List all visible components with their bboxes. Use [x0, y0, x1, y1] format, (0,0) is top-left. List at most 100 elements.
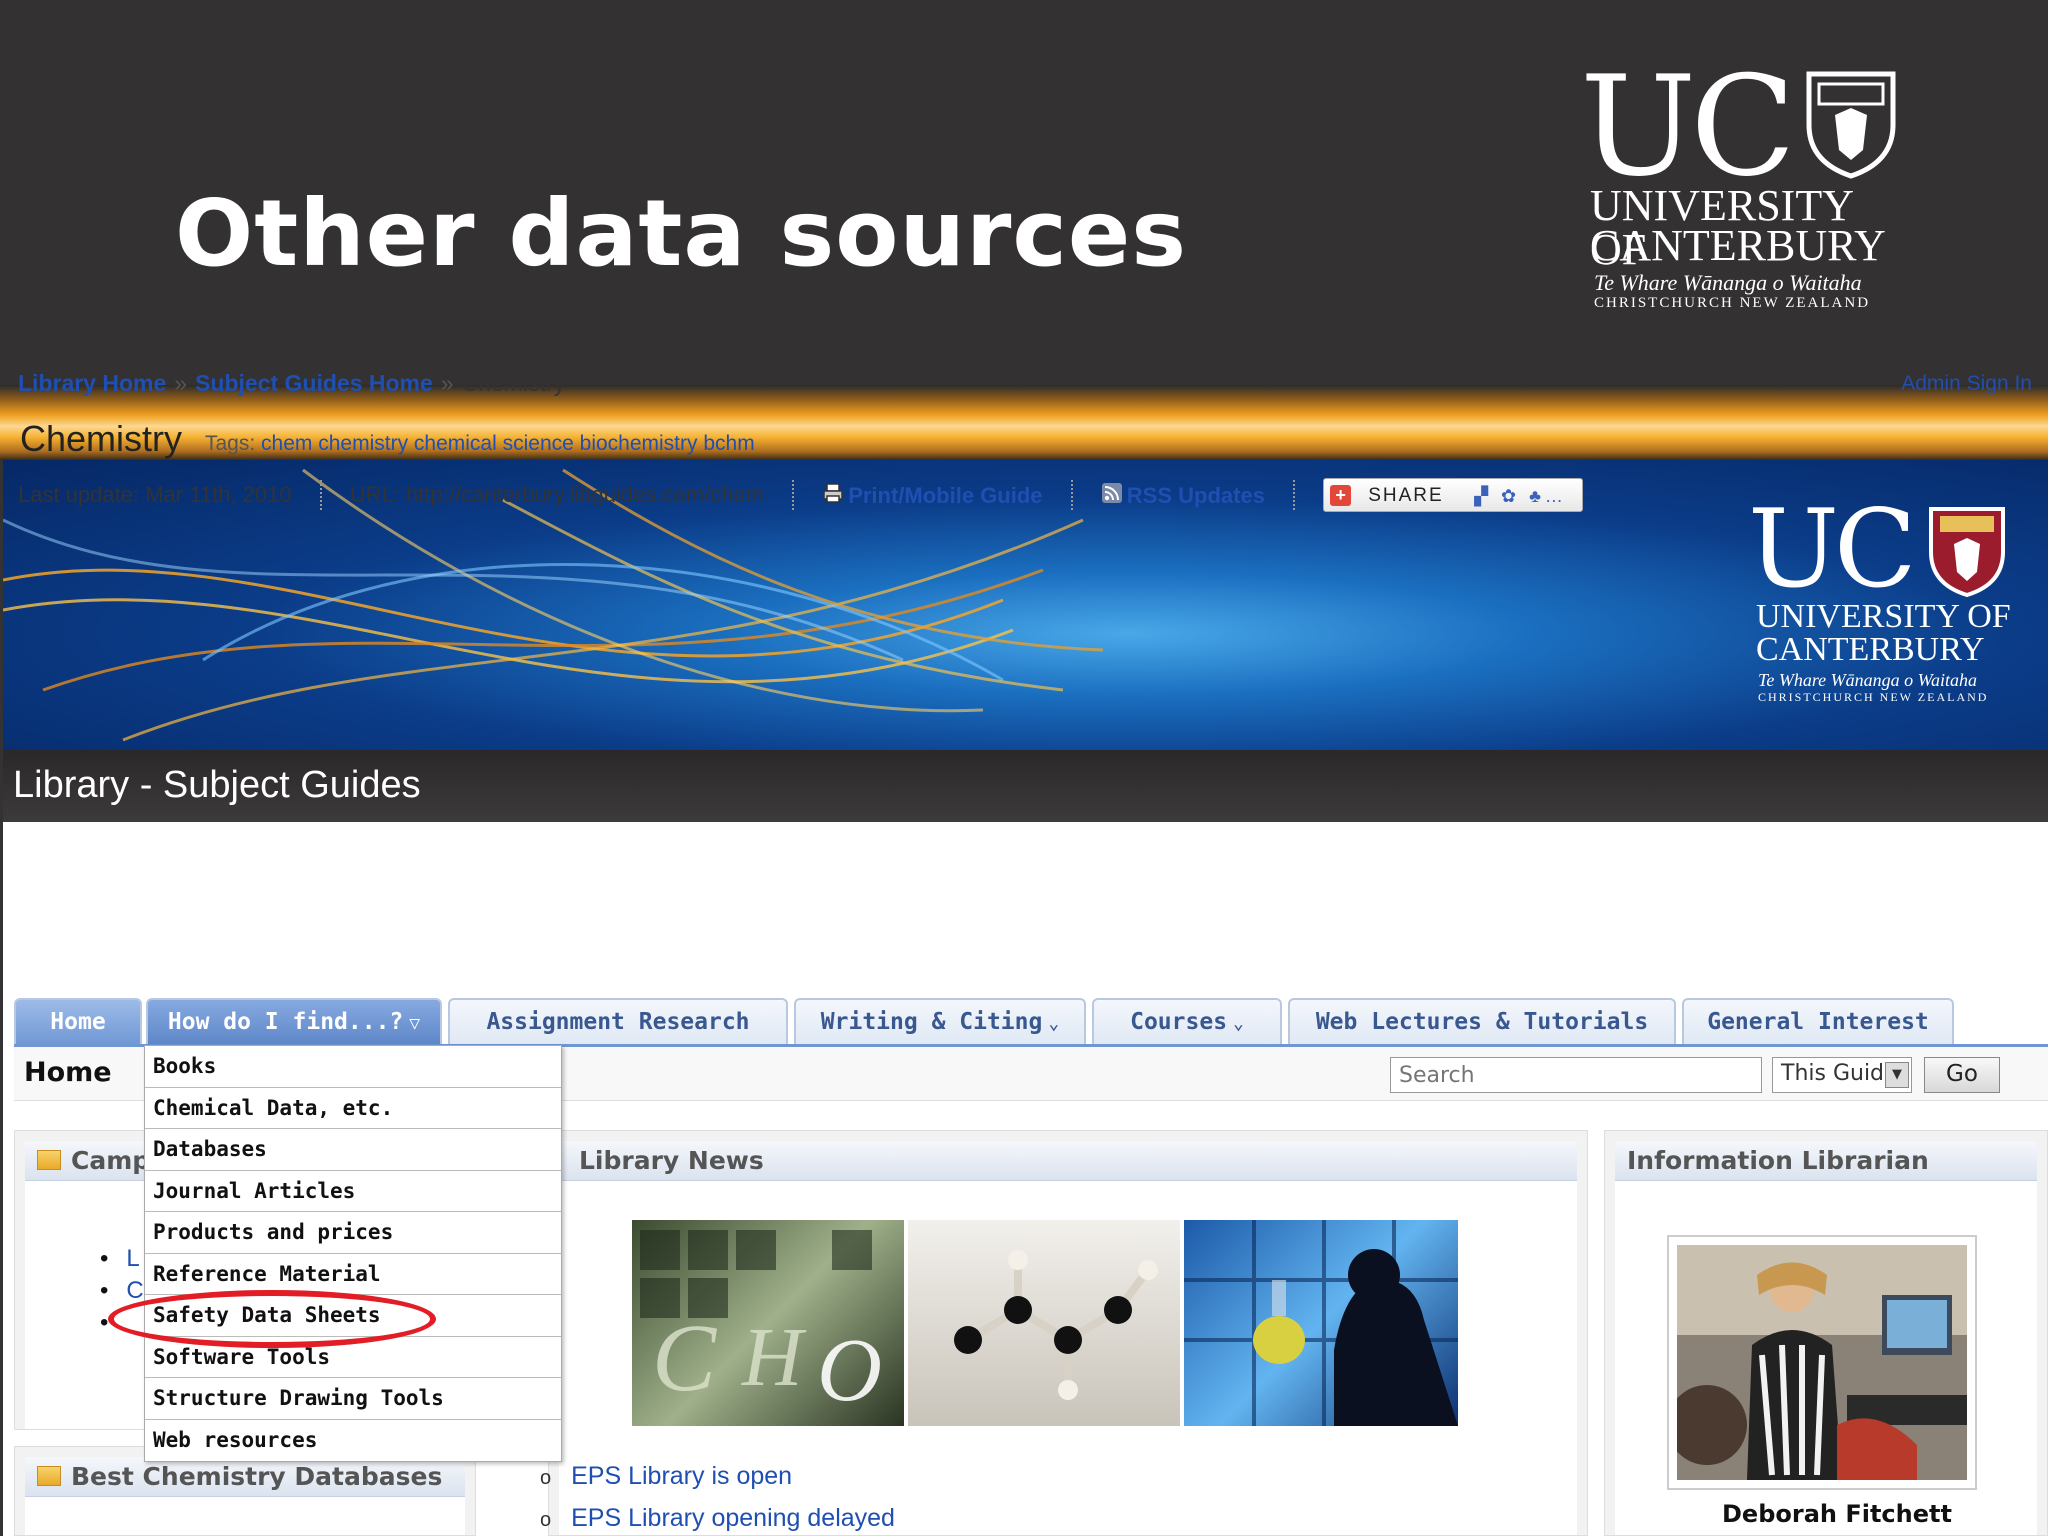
print-guide-label: Print/Mobile Guide	[848, 482, 1043, 508]
periodic-table-image: C H O	[632, 1220, 904, 1426]
scientist-graphic	[1184, 1220, 1458, 1426]
tab-home[interactable]: Home	[14, 998, 142, 1046]
search-scope-value: This Guide	[1781, 1061, 1898, 1086]
rss-icon	[1101, 483, 1122, 504]
chevron-down-icon: ⌄	[1048, 1013, 1060, 1034]
go-button[interactable]: Go	[1924, 1057, 2000, 1093]
section-title: Library - Subject Guides	[13, 764, 421, 806]
section-bar: Library - Subject Guides	[3, 750, 2048, 822]
folder-icon	[37, 1466, 61, 1486]
news-panel-title: Library News	[579, 1146, 764, 1175]
search-scope-select[interactable]: This Guide ▼	[1772, 1057, 1912, 1093]
divider	[792, 480, 795, 510]
banner-logo-line-1: UNIVERSITY OF	[1756, 598, 2011, 635]
menu-item-chemical-data[interactable]: Chemical Data, etc.	[145, 1088, 561, 1129]
scientist-flask-image	[1184, 1220, 1458, 1426]
logo-line-3: Te Whare Wānanga o Waitaha	[1594, 270, 1862, 295]
university-logo: UC UNIVERSITY OF CANTERBURY Te Whare Wān…	[1580, 46, 1910, 322]
news-panel-header: Library News	[559, 1141, 1577, 1181]
librarian-photo-graphic	[1667, 1245, 1967, 1480]
news-images: C H O	[632, 1220, 1462, 1426]
news-list: EPS Library is open EPS Library opening …	[540, 1462, 895, 1536]
tab-general-interest-label: General Interest	[1707, 1009, 1929, 1035]
guide-title: Chemistry	[20, 418, 183, 459]
slide-header: Other data sources UC UNIVERSITY OF CANT…	[0, 0, 2048, 385]
banner-logo-line-4: CHRISTCHURCH NEW ZEALAND	[1758, 690, 1989, 704]
logo-mark: UC	[1580, 46, 1796, 207]
tab-how-do-i-find[interactable]: How do I find...? ▽	[146, 998, 442, 1046]
breadcrumb-separator: »	[174, 370, 188, 396]
left-bottom-panel-title: Best Chemistry Databases	[71, 1462, 443, 1491]
news-item[interactable]: EPS Library is open	[540, 1462, 895, 1504]
tab-courses-label: Courses	[1130, 1009, 1228, 1035]
chevron-down-icon: ▽	[409, 1013, 421, 1034]
svg-text:O: O	[817, 1321, 882, 1420]
logo-line-4: CHRISTCHURCH NEW ZEALAND	[1594, 295, 1871, 311]
menu-item-databases[interactable]: Databases	[145, 1129, 561, 1171]
chevron-down-icon: ⌄	[1233, 1013, 1244, 1034]
highlight-ellipse	[108, 1290, 436, 1348]
left-bottom-panel-header: Best Chemistry Databases	[25, 1457, 465, 1497]
search-input[interactable]	[1390, 1057, 1762, 1093]
breadcrumb-separator: »	[440, 370, 454, 396]
share-label: SHARE	[1368, 485, 1444, 506]
periodic-table-graphic: C H O	[640, 1230, 882, 1420]
admin-sign-in-link[interactable]: Admin Sign In	[1901, 372, 2032, 396]
crest-icon	[1806, 71, 1896, 179]
left-bottom-panel-body	[25, 1497, 465, 1535]
banner-logo-line-3: Te Whare Wānanga o Waitaha	[1758, 670, 1978, 690]
menu-item-books[interactable]: Books	[145, 1046, 561, 1088]
banner-logo-line-2: CANTERBURY	[1756, 631, 1985, 668]
menu-item-journal-articles[interactable]: Journal Articles	[145, 1171, 561, 1212]
svg-text:C: C	[652, 1304, 717, 1411]
last-update: Last update: Mar 11th, 2010	[18, 482, 292, 507]
tab-web-lectures-label: Web Lectures & Tutorials	[1315, 1009, 1649, 1035]
librarian-name: Deborah Fitchett	[1722, 1500, 1952, 1528]
molecule-model-image	[908, 1220, 1180, 1426]
share-plus-icon: +	[1330, 485, 1352, 506]
tab-general-interest[interactable]: General Interest	[1682, 998, 1954, 1046]
breadcrumb-library-home[interactable]: Library Home	[18, 370, 166, 396]
crest-icon	[1929, 507, 2005, 598]
menu-item-reference-material[interactable]: Reference Material	[145, 1254, 561, 1295]
banner-logo-mark: UC	[1748, 487, 1917, 612]
list-item[interactable]: L	[100, 1245, 144, 1277]
breadcrumb: Library Home » Subject Guides Home » Chemist…	[18, 370, 565, 397]
printer-icon	[823, 483, 843, 504]
left-top-panel-title: Camp	[71, 1146, 151, 1175]
guide-tags: Tags: chem chemistry chemical science bi…	[205, 432, 755, 456]
slide-title: Other data sources	[175, 180, 1188, 287]
tab-home-label: Home	[50, 1009, 106, 1035]
molecule-graphic	[954, 1250, 1158, 1400]
rss-updates-link[interactable]: RSS Updates	[1101, 481, 1265, 508]
librarian-panel-title: Information Librarian	[1627, 1146, 1929, 1175]
guide-meta-row: Last update: Mar 11th, 2010 URL: http://…	[18, 478, 1584, 514]
current-page-label: Home	[24, 1057, 112, 1088]
tab-courses[interactable]: Courses ⌄	[1092, 998, 1282, 1046]
logo-line-2: CANTERBURY	[1590, 221, 1886, 270]
divider	[319, 480, 322, 510]
breadcrumb-subject-guides-home[interactable]: Subject Guides Home	[195, 370, 433, 396]
tab-web-lectures-tutorials[interactable]: Web Lectures & Tutorials	[1288, 998, 1676, 1046]
folder-icon	[37, 1150, 61, 1170]
breadcrumb-current: Chemistry	[461, 370, 566, 396]
share-button[interactable]: + SHARE ▞ ✿ ♣…	[1323, 478, 1584, 512]
tab-assignment-research-label: Assignment Research	[486, 1009, 750, 1035]
tab-writing-citing-label: Writing & Citing	[820, 1009, 1043, 1035]
menu-item-web-resources[interactable]: Web resources	[145, 1420, 561, 1462]
tags-label: Tags:	[205, 432, 256, 455]
print-guide-link[interactable]: Print/Mobile Guide	[822, 481, 1043, 508]
tab-writing-citing[interactable]: Writing & Citing ⌄	[794, 998, 1086, 1046]
divider	[1293, 480, 1296, 510]
guide-url: URL: http://canterbury.libguides.com/che…	[349, 482, 764, 507]
tab-assignment-research[interactable]: Assignment Research	[448, 998, 788, 1046]
rss-updates-label: RSS Updates	[1126, 482, 1265, 508]
librarian-panel-header: Information Librarian	[1615, 1141, 2037, 1181]
chevron-down-icon: ▼	[1885, 1062, 1909, 1088]
news-item[interactable]: EPS Library opening delayed	[540, 1504, 895, 1536]
menu-item-products-prices[interactable]: Products and prices	[145, 1212, 561, 1254]
menu-item-structure-drawing-tools[interactable]: Structure Drawing Tools	[145, 1378, 561, 1420]
divider	[1070, 480, 1073, 510]
tags-list[interactable]: chem chemistry chemical science biochemi…	[261, 432, 755, 455]
how-do-i-find-dropdown: Books Chemical Data, etc. Databases Jour…	[144, 1045, 562, 1462]
